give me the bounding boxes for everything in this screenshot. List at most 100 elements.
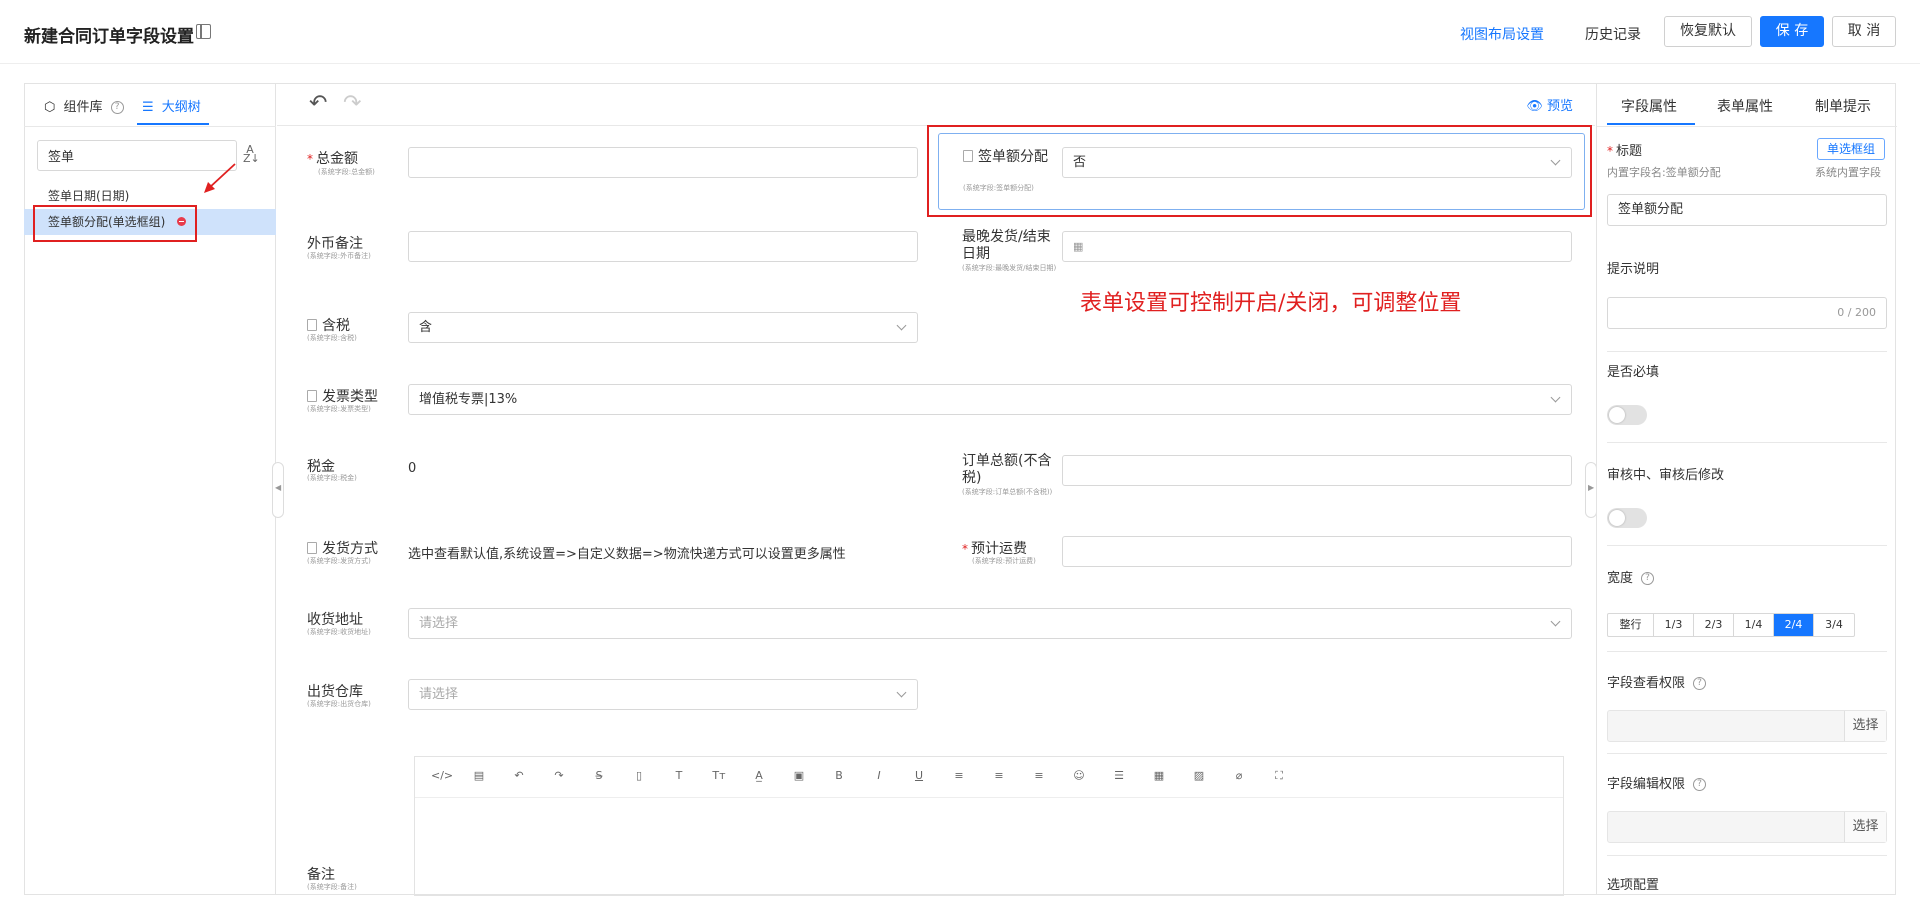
preview-button[interactable]: 👁 预览: [1526, 95, 1573, 114]
divider: [415, 797, 1563, 798]
options-config-label: 选项配置: [1607, 878, 1660, 890]
latest-ship-date-input[interactable]: ▦: [1062, 231, 1572, 262]
tax-incl-select[interactable]: 含: [408, 312, 918, 343]
sign-alloc-select[interactable]: 否: [1062, 147, 1572, 178]
tab-entry-hint[interactable]: 制单提示: [1815, 96, 1871, 116]
bold-icon[interactable]: B: [831, 769, 847, 782]
tab-outline[interactable]: ☰ 大纲树: [142, 96, 201, 115]
redo-icon[interactable]: ↷: [343, 91, 361, 116]
italic-icon[interactable]: I: [871, 769, 887, 782]
background-color-icon[interactable]: ▣: [791, 769, 807, 782]
warehouse-select[interactable]: 请选择: [408, 679, 918, 710]
document-icon[interactable]: ▯: [631, 769, 647, 782]
undo-icon[interactable]: ↶: [309, 91, 327, 116]
edit-permission-choose-button[interactable]: 选择: [1844, 812, 1886, 842]
field-label-freight: * 预计运费: [962, 541, 1027, 557]
font-color-icon[interactable]: A̲: [751, 769, 767, 782]
strikethrough-icon[interactable]: S̶: [591, 769, 607, 782]
edit-permission-text: 字段编辑权限: [1607, 777, 1686, 792]
underline-icon[interactable]: U: [911, 769, 927, 782]
width-option-2-4[interactable]: 2/4: [1774, 614, 1814, 636]
width-option-2-3[interactable]: 2/3: [1694, 614, 1734, 636]
tab-outline-label: 大纲树: [161, 100, 201, 115]
field-label-order-total: 订单总额(不含税): [962, 453, 1052, 486]
list-icon[interactable]: ☰: [1111, 769, 1127, 782]
field-sub-latest-ship: (系统字段:最晚发货/结束日期): [962, 264, 1057, 272]
edit-permission-label: 字段编辑权限?: [1607, 773, 1707, 792]
fx-note-input[interactable]: [408, 231, 918, 262]
help-icon[interactable]: ?: [1693, 677, 1707, 690]
view-permission-choose-button[interactable]: 选择: [1844, 711, 1886, 741]
field-sub-sign-alloc: (系统字段:签单额分配): [963, 184, 1034, 192]
history-link[interactable]: 历史记录: [1585, 24, 1641, 44]
annotation-text: 表单设置可控制开启/关闭，可调整位置: [1080, 291, 1462, 316]
chevron-down-icon: [1550, 392, 1561, 403]
invoice-type-select[interactable]: 增值税专票|13%: [408, 384, 1572, 415]
title-input[interactable]: 签单额分配: [1607, 194, 1887, 226]
required-toggle[interactable]: [1607, 405, 1647, 425]
total-input[interactable]: [408, 147, 918, 178]
undo-icon[interactable]: ↶: [511, 769, 527, 782]
tax-value: 0: [408, 461, 417, 476]
help-icon[interactable]: ?: [1641, 572, 1655, 585]
chevron-down-icon: [896, 687, 907, 698]
preview-label: 预览: [1546, 99, 1573, 114]
help-icon[interactable]: ?: [1693, 778, 1707, 791]
divider: [1607, 855, 1887, 856]
help-icon[interactable]: ?: [110, 101, 124, 114]
table-icon[interactable]: ▦: [1151, 769, 1167, 782]
tab-components-label: 组件库: [63, 100, 103, 115]
text-icon[interactable]: T: [671, 769, 687, 782]
field-sub-remark: (系统字段:备注): [307, 883, 357, 891]
field-sub-fx-note: (系统字段:外币备注): [307, 252, 371, 260]
fullscreen-icon[interactable]: ⛶: [1271, 769, 1287, 783]
width-option-1-4[interactable]: 1/4: [1734, 614, 1774, 636]
emoji-icon[interactable]: ☺: [1071, 769, 1087, 782]
outline-item-label: 签单日期(日期): [48, 189, 130, 203]
tab-field-props[interactable]: 字段属性: [1621, 96, 1677, 116]
template-icon[interactable]: ▤: [471, 769, 487, 782]
title-label: * 标题: [1607, 144, 1643, 159]
save-button[interactable]: 保 存: [1760, 16, 1824, 47]
remark-rich-editor[interactable]: </> ▤ ↶ ↷ S̶ ▯ T Tт A̲ ▣ B I U ≡ ≡ ≡ ☺ ☰…: [414, 756, 1564, 896]
chevron-down-icon: [1550, 616, 1561, 627]
tree-icon: ☰: [142, 100, 154, 115]
field-label-address: 收货地址: [307, 612, 363, 628]
cancel-button[interactable]: 取 消: [1832, 16, 1896, 47]
hint-input[interactable]: 0 / 200: [1607, 297, 1887, 329]
attachment-icon[interactable]: ⌀: [1231, 769, 1247, 782]
redo-icon[interactable]: ↷: [551, 769, 567, 782]
tab-form-props[interactable]: 表单属性: [1717, 96, 1773, 116]
field-label-sign-alloc: 签单额分配: [963, 148, 1051, 166]
width-option-full[interactable]: 整行: [1608, 614, 1654, 636]
align-center-icon[interactable]: ≡: [991, 769, 1007, 782]
width-option-3-4[interactable]: 3/4: [1814, 614, 1854, 636]
field-label-fx-note: 外币备注: [307, 236, 363, 252]
edit-after-review-toggle[interactable]: [1607, 508, 1647, 528]
field-label-text: 发票类型: [322, 389, 378, 405]
freight-input[interactable]: [1062, 536, 1572, 567]
chevron-down-icon: [896, 320, 907, 331]
order-total-input[interactable]: [1062, 455, 1572, 486]
document-icon: [307, 319, 317, 331]
edit-after-review-label: 审核中、审核后修改: [1607, 468, 1725, 483]
system-builtin-label: 系统内置字段: [1815, 166, 1881, 179]
tab-components[interactable]: ⬡ 组件库 ?: [44, 96, 124, 115]
ship-method-value: 选中查看默认值,系统设置=>自定义数据=>物流快递方式可以设置更多属性: [408, 547, 846, 562]
collapse-left-handle[interactable]: ◀: [272, 462, 284, 518]
layout-icon[interactable]: [196, 24, 211, 39]
code-icon[interactable]: </>: [431, 769, 453, 782]
view-layout-link[interactable]: 视图布局设置: [1460, 24, 1544, 44]
address-select[interactable]: 请选择: [408, 608, 1572, 639]
char-counter: 0 / 200: [1837, 306, 1876, 319]
width-option-1-3[interactable]: 1/3: [1654, 614, 1694, 636]
image-icon[interactable]: ▨: [1191, 769, 1207, 782]
align-right-icon[interactable]: ≡: [1031, 769, 1047, 782]
font-size-icon[interactable]: Tт: [711, 769, 727, 782]
field-sub-ship-method: (系统字段:发货方式): [307, 557, 371, 565]
align-left-icon[interactable]: ≡: [951, 769, 967, 782]
restore-default-button[interactable]: 恢复默认: [1664, 16, 1752, 47]
divider: [1607, 651, 1887, 652]
field-label-text: 签单额分配: [978, 149, 1048, 165]
sort-az-icon[interactable]: A Z↓: [243, 144, 260, 164]
